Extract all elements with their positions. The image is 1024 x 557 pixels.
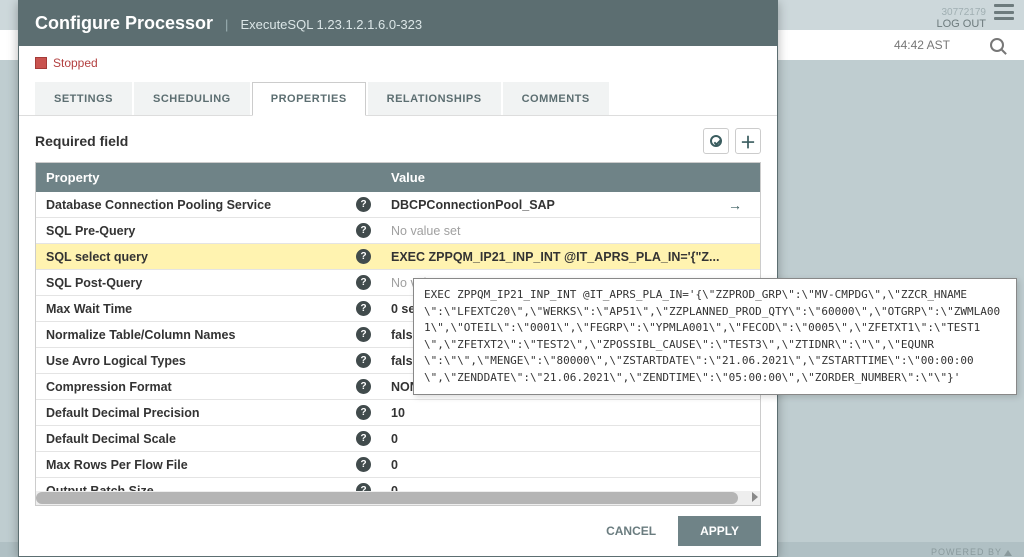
dialog-title: Configure Processor — [35, 13, 213, 34]
property-value[interactable]: DBCPConnectionPool_SAP→ — [381, 193, 760, 217]
goto-service-icon[interactable]: → — [728, 197, 742, 213]
property-name: Use Avro Logical Types? — [36, 349, 381, 372]
property-name: Max Wait Time? — [36, 297, 381, 320]
property-name: Default Decimal Precision? — [36, 401, 381, 424]
help-icon[interactable]: ? — [356, 249, 371, 264]
status-label: Stopped — [53, 56, 98, 70]
help-icon[interactable]: ? — [356, 353, 371, 368]
table-row[interactable]: Max Rows Per Flow File?0 — [36, 452, 760, 478]
search-icon[interactable] — [990, 38, 1004, 52]
property-value[interactable]: EXEC ZPPQM_IP21_INP_INT @IT_APRS_PLA_IN=… — [381, 246, 760, 268]
check-circle-icon — [710, 135, 722, 147]
dialog-subtitle: ExecuteSQL 1.23.1.2.1.6.0-323 — [240, 17, 422, 32]
apply-button[interactable]: APPLY — [678, 516, 761, 546]
help-icon[interactable]: ? — [356, 379, 371, 394]
logout-link[interactable]: LOG OUT — [936, 18, 986, 30]
status-row: Stopped — [19, 46, 777, 76]
property-name: SQL Post-Query? — [36, 271, 381, 294]
property-name: SQL Pre-Query? — [36, 219, 381, 242]
table-row[interactable]: SQL Pre-Query?No value set — [36, 218, 760, 244]
dialog-header: Configure Processor | ExecuteSQL 1.23.1.… — [19, 1, 777, 46]
property-name: Normalize Table/Column Names? — [36, 323, 381, 346]
tab-properties[interactable]: PROPERTIES — [252, 82, 366, 116]
help-icon[interactable]: ? — [356, 275, 371, 290]
table-row[interactable]: SQL select query?EXEC ZPPQM_IP21_INP_INT… — [36, 244, 760, 270]
table-row[interactable]: Database Connection Pooling Service?DBCP… — [36, 192, 760, 218]
property-name: SQL select query? — [36, 245, 381, 268]
property-name: Compression Format? — [36, 375, 381, 398]
table-row[interactable]: Output Batch Size?0 — [36, 478, 760, 491]
tab-comments[interactable]: COMMENTS — [503, 82, 609, 115]
help-icon[interactable]: ? — [356, 431, 371, 446]
powered-by-label: POWERED BY — [931, 547, 1012, 557]
help-icon[interactable]: ? — [356, 457, 371, 472]
verify-button[interactable] — [703, 128, 729, 154]
horizontal-scrollbar[interactable] — [36, 491, 760, 505]
help-icon[interactable]: ? — [356, 301, 371, 316]
tab-scheduling[interactable]: SCHEDULING — [134, 82, 250, 115]
value-tooltip: EXEC ZPPQM_IP21_INP_INT @IT_APRS_PLA_IN=… — [413, 278, 1017, 395]
help-icon[interactable]: ? — [356, 405, 371, 420]
property-name: Output Batch Size? — [36, 479, 381, 491]
tabs: SETTINGS SCHEDULING PROPERTIES RELATIONS… — [19, 82, 777, 116]
timestamp-label: 44:42 AST — [894, 38, 950, 52]
tab-relationships[interactable]: RELATIONSHIPS — [368, 82, 501, 115]
cancel-button[interactable]: CANCEL — [584, 516, 678, 546]
help-icon[interactable]: ? — [356, 197, 371, 212]
hamburger-icon[interactable] — [994, 4, 1014, 20]
required-field-label: Required field — [35, 133, 128, 149]
table-row[interactable]: Default Decimal Precision?10 — [36, 400, 760, 426]
property-value[interactable]: 0 — [381, 428, 760, 450]
help-icon[interactable]: ? — [356, 327, 371, 342]
stopped-icon — [35, 57, 47, 69]
plus-icon: ＋ — [740, 129, 756, 153]
property-value[interactable]: No value set — [381, 220, 760, 242]
property-value[interactable]: 10 — [381, 402, 760, 424]
help-icon[interactable]: ? — [356, 483, 371, 491]
property-name: Max Rows Per Flow File? — [36, 453, 381, 476]
property-name: Database Connection Pooling Service? — [36, 193, 381, 216]
property-name: Default Decimal Scale? — [36, 427, 381, 450]
session-id: 30772179 — [942, 7, 987, 18]
property-value[interactable]: 0 — [381, 480, 760, 492]
table-row[interactable]: Default Decimal Scale?0 — [36, 426, 760, 452]
add-property-button[interactable]: ＋ — [735, 128, 761, 154]
tab-settings[interactable]: SETTINGS — [35, 82, 132, 115]
column-property: Property — [36, 163, 381, 192]
help-icon[interactable]: ? — [356, 223, 371, 238]
column-value: Value — [381, 163, 760, 192]
property-value[interactable]: 0 — [381, 454, 760, 476]
